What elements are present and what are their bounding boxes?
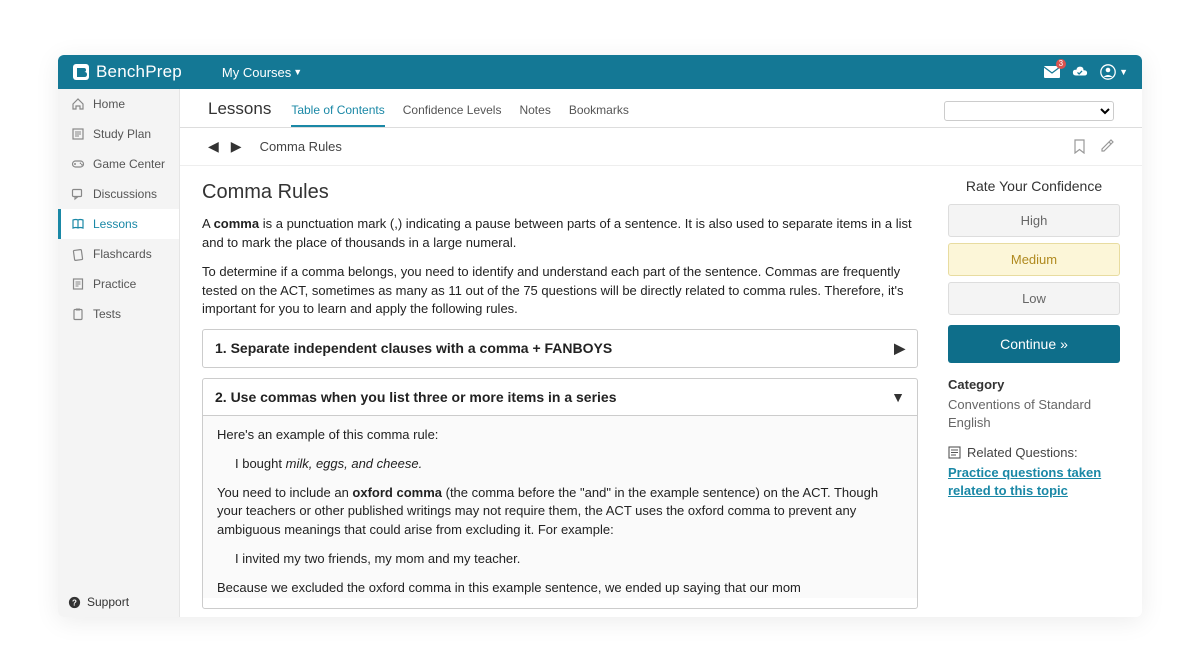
- prev-lesson-button[interactable]: ◀: [208, 138, 219, 155]
- list-icon: [948, 446, 961, 459]
- lesson-paragraph: A comma is a punctuation mark (,) indica…: [202, 215, 918, 253]
- breadcrumb-bar: ◀ ▶ Comma Rules: [180, 128, 1142, 166]
- confidence-title: Rate Your Confidence: [948, 178, 1120, 194]
- lesson-paragraph: You need to include an oxford comma (the…: [217, 484, 903, 541]
- lesson-paragraph: Because we excluded the oxford comma in …: [217, 579, 903, 598]
- category-value: Conventions of Standard English: [948, 396, 1120, 431]
- tab-notes[interactable]: Notes: [519, 103, 550, 127]
- lesson-body: Comma Rules A comma is a punctuation mar…: [202, 178, 948, 617]
- sidebar-item-label: Practice: [93, 277, 136, 291]
- confidence-high-button[interactable]: High: [948, 204, 1120, 237]
- sidebar-item-study-plan[interactable]: Study Plan: [58, 119, 179, 149]
- game-icon: [71, 157, 85, 171]
- lesson-example: I invited my two friends, my mom and my …: [235, 550, 903, 569]
- lesson-paragraph: Here's an example of this comma rule:: [217, 426, 903, 445]
- help-icon: ?: [68, 596, 81, 609]
- sidebar-item-practice[interactable]: Practice: [58, 269, 179, 299]
- main-content: Lessons Table of Contents Confidence Lev…: [180, 89, 1142, 617]
- my-courses-dropdown[interactable]: My Courses ▼: [222, 65, 302, 80]
- sidebar-item-label: Home: [93, 97, 125, 111]
- lesson-paragraph: To determine if a comma belongs, you nee…: [202, 263, 918, 320]
- flashcards-icon: [71, 247, 85, 261]
- bookmark-icon[interactable]: [1073, 139, 1086, 154]
- notification-badge: 3: [1056, 59, 1066, 69]
- brand-icon: [72, 63, 90, 81]
- my-courses-label: My Courses: [222, 65, 291, 80]
- sidebar-item-tests[interactable]: Tests: [58, 299, 179, 329]
- tabs: Table of Contents Confidence Levels Note…: [291, 103, 629, 127]
- study-plan-icon: [71, 127, 85, 141]
- chevron-down-icon: ▼: [293, 67, 302, 77]
- sidebar-item-home[interactable]: Home: [58, 89, 179, 119]
- tab-confidence[interactable]: Confidence Levels: [403, 103, 502, 127]
- tab-bookmarks[interactable]: Bookmarks: [569, 103, 629, 127]
- app-window: BenchPrep My Courses ▼ 3 ▼ Home: [58, 55, 1142, 617]
- sidebar-item-label: Flashcards: [93, 247, 152, 261]
- brand[interactable]: BenchPrep: [72, 62, 182, 82]
- category-title: Category: [948, 377, 1120, 392]
- svg-text:?: ?: [72, 598, 77, 607]
- lesson-example: I bought milk, eggs, and cheese.: [235, 455, 903, 474]
- tests-icon: [71, 307, 85, 321]
- sidebar-item-label: Discussions: [93, 187, 157, 201]
- lesson-select[interactable]: [944, 101, 1114, 121]
- edit-icon[interactable]: [1100, 139, 1114, 154]
- related-questions-link[interactable]: Practice questions taken related to this…: [948, 464, 1120, 500]
- accordion-item-2: 2. Use commas when you list three or mor…: [202, 378, 918, 609]
- lessons-icon: [71, 217, 85, 231]
- brand-name: BenchPrep: [96, 62, 182, 82]
- tab-toc[interactable]: Table of Contents: [291, 103, 384, 127]
- sidebar-item-label: Study Plan: [93, 127, 151, 141]
- chevron-down-icon: ▼: [1119, 67, 1128, 77]
- sidebar-item-game-center[interactable]: Game Center: [58, 149, 179, 179]
- home-icon: [71, 97, 85, 111]
- user-menu[interactable]: ▼: [1100, 64, 1128, 80]
- accordion-title: 1. Separate independent clauses with a c…: [215, 338, 612, 358]
- collapse-icon: ▼: [891, 387, 905, 407]
- page-title: Lessons: [208, 99, 271, 127]
- accordion-header[interactable]: 1. Separate independent clauses with a c…: [203, 330, 917, 366]
- sidebar-item-label: Lessons: [93, 217, 138, 231]
- right-rail: Rate Your Confidence High Medium Low Con…: [948, 178, 1120, 617]
- page-header: Lessons Table of Contents Confidence Lev…: [180, 89, 1142, 128]
- chevron-right-icon: »: [1060, 336, 1068, 352]
- support-label: Support: [87, 595, 129, 609]
- sidebar: Home Study Plan Game Center Discussions …: [58, 89, 180, 617]
- sidebar-item-lessons[interactable]: Lessons: [58, 209, 179, 239]
- topbar-actions: 3 ▼: [1044, 64, 1128, 80]
- expand-icon: ▶: [894, 338, 905, 358]
- sidebar-item-label: Tests: [93, 307, 121, 321]
- sidebar-item-label: Game Center: [93, 157, 165, 171]
- breadcrumb-title: Comma Rules: [260, 139, 342, 154]
- lesson-heading: Comma Rules: [202, 178, 918, 207]
- accordion-title: 2. Use commas when you list three or mor…: [215, 387, 617, 407]
- next-lesson-button[interactable]: ▶: [231, 138, 242, 155]
- mail-icon[interactable]: 3: [1044, 64, 1060, 80]
- accordion-header[interactable]: 2. Use commas when you list three or mor…: [203, 379, 917, 415]
- topbar: BenchPrep My Courses ▼ 3 ▼: [58, 55, 1142, 89]
- accordion-body: Here's an example of this comma rule: I …: [203, 415, 917, 598]
- cloud-icon[interactable]: [1072, 64, 1088, 80]
- sidebar-item-discussions[interactable]: Discussions: [58, 179, 179, 209]
- accordion-item-1: 1. Separate independent clauses with a c…: [202, 329, 918, 367]
- related-questions-heading: Related Questions:: [948, 445, 1120, 460]
- sidebar-item-flashcards[interactable]: Flashcards: [58, 239, 179, 269]
- discussions-icon: [71, 187, 85, 201]
- continue-button[interactable]: Continue »: [948, 325, 1120, 363]
- confidence-medium-button[interactable]: Medium: [948, 243, 1120, 276]
- practice-icon: [71, 277, 85, 291]
- sidebar-support[interactable]: ? Support: [58, 587, 179, 617]
- confidence-low-button[interactable]: Low: [948, 282, 1120, 315]
